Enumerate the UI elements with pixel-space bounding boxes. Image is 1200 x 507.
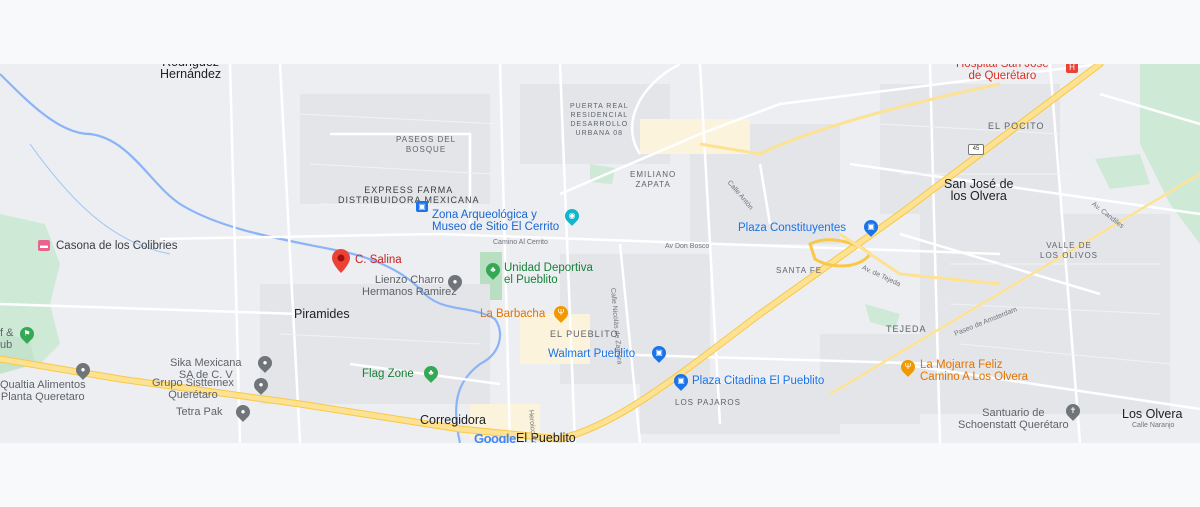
poi-plaza-citadina[interactable]: Plaza Citadina El Pueblito [692,375,824,387]
poi-casona[interactable]: Casona de los Colibries [56,240,177,252]
shopping-icon[interactable]: ▣ [416,201,428,212]
church-icon[interactable]: ✝ [1063,401,1083,421]
shopping-bag-icon-3[interactable]: ▣ [861,217,881,237]
neighborhood-paseos-del-bosque: PASEOS DEL BOSQUE [396,135,457,154]
locality-corregidora: Corregidora [420,413,487,427]
street-camino-cerrito: Camino Al Cerrito [493,239,548,246]
factory-icon-4[interactable]: ● [73,360,93,380]
highway-shield-45: 45 [968,144,984,155]
museum-icon[interactable]: ◉ [562,206,582,226]
poi-la-barbacha[interactable]: La Barbacha [480,308,545,320]
neighborhood-tejeda: TEJEDA [886,324,927,334]
shopping-bag-icon-2[interactable]: ▣ [671,371,691,391]
locality-el-pueblito: El Pueblito [516,431,576,443]
poi-santuario[interactable]: Santuario de Schoenstatt Querétaro [958,407,1069,431]
neighborhood-el-pocito: EL POCITO [988,121,1045,131]
poi-tetra-pak[interactable]: Tetra Pak [176,406,222,418]
factory-icon-2[interactable]: ● [251,375,271,395]
poi-lienzo-charro[interactable]: Lienzo Charro Hermanos Ramirez [362,274,457,298]
locality-san-jose: San José de los Olvera [944,177,1014,203]
poi-hospital[interactable]: Hospital San José de Querétaro [956,64,1049,82]
poi-la-mojarra[interactable]: La Mojarra Feliz Camino A Los Olvera [920,359,1028,383]
neighborhood-el-pueblito: EL PUEBLITO [550,329,619,339]
neighborhood-valle-olivos: VALLE DE LOS OLIVOS [1040,241,1099,260]
poi-express-farma[interactable]: EXPRESS FARMA DISTRIBUIDORA MEXICANA [338,185,480,205]
park-icon[interactable]: ♣ [483,260,503,280]
poi-qualtia[interactable]: Qualtia Alimentos Planta Queretaro [0,379,86,403]
hospital-icon[interactable]: H [1066,64,1078,73]
factory-icon-3[interactable]: ● [233,402,253,422]
locality-piramides: Piramides [294,307,350,321]
street-av-don-bosco: Av Don Bosco [665,243,710,250]
restaurant-icon[interactable]: Ψ [551,303,571,323]
poi-flag-zone[interactable]: Flag Zone [362,368,414,380]
red-location-pin-icon[interactable] [332,249,350,278]
neighborhood-santa-fe: SANTA FE [776,266,823,275]
lodging-icon[interactable]: ▬ [38,240,50,251]
google-logo: Google [474,431,516,443]
poi-club-fragment[interactable]: f & ub [0,327,13,351]
poi-unidad-deportiva[interactable]: Unidad Deportiva el Pueblito [504,262,593,286]
restaurant-icon-2[interactable]: Ψ [898,357,918,377]
locality-rodriguez-hernandez: Rodriguez Hernández [160,64,222,81]
poi-zona-arqueologica[interactable]: Zona Arqueológica y Museo de Sitio El Ce… [432,209,559,233]
poi-walmart[interactable]: Walmart Pueblito [548,348,635,360]
sports-icon[interactable]: ⚑ [17,324,37,344]
poi-plaza-constituyentes[interactable]: Plaza Constituyentes [738,222,846,234]
poi-grupo-sisttemex[interactable]: Grupo Sisttemex Querétaro [152,377,234,401]
place-icon[interactable]: ● [445,272,465,292]
map-view[interactable]: Rodriguez Hernández Piramides Corregidor… [0,64,1200,443]
google-logo-text: Google [474,431,516,443]
neighborhood-emiliano-zapata: EMILIANO ZAPATA [630,170,677,189]
factory-icon[interactable]: ● [255,353,275,373]
neighborhood-los-pajaros: LOS PAJAROS [675,398,741,407]
locality-los-olvera: Los Olvera [1122,407,1183,421]
park-icon-2[interactable]: ♣ [421,363,441,383]
neighborhood-puerta-real: PUERTA REAL RESIDENCIAL DESARROLLO URBAN… [570,103,629,137]
shopping-bag-icon[interactable]: ▣ [649,343,669,363]
street-calle-naranjo: Calle Naranjo [1132,422,1175,429]
marker-label[interactable]: C. Salina [355,254,402,266]
